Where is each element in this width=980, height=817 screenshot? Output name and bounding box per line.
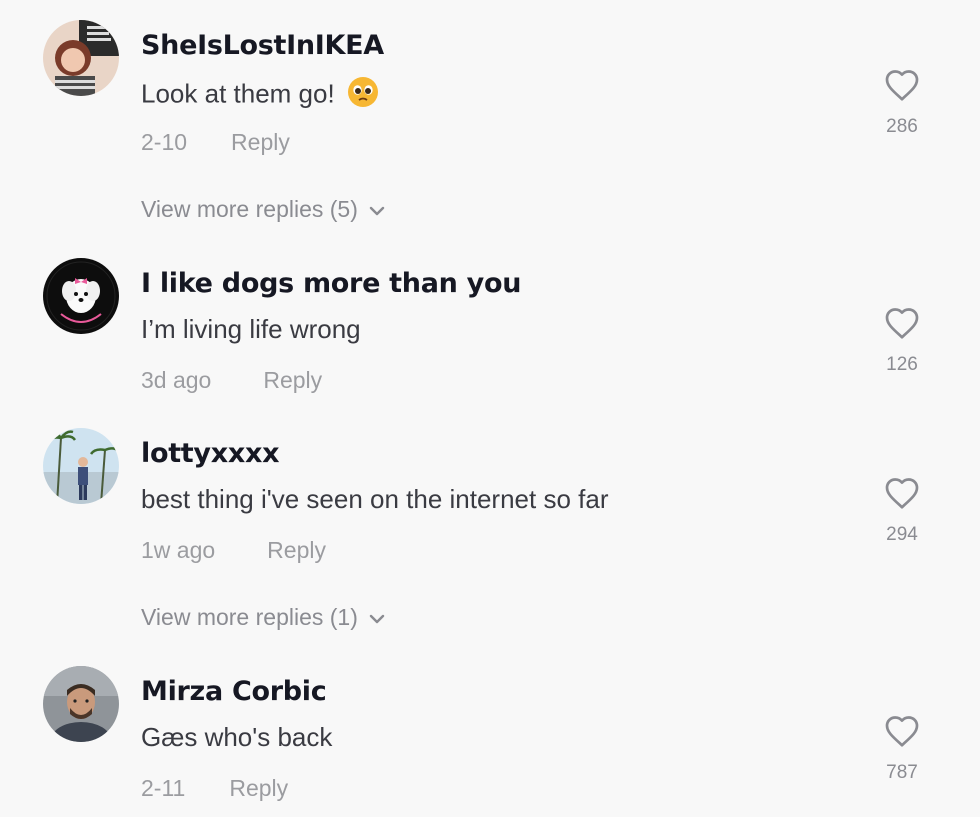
avatar[interactable]	[43, 428, 119, 504]
like-count: 787	[886, 762, 918, 783]
comment-username[interactable]: Mirza Corbic	[141, 676, 327, 707]
comment-date: 2-11	[141, 775, 186, 801]
reply-button[interactable]: Reply	[229, 775, 288, 801]
comment-meta: 2-11 Reply	[141, 775, 288, 802]
heart-outline-icon	[885, 70, 919, 101]
comment-meta: 3d ago Reply	[141, 367, 322, 394]
comment-text: Look at them go!	[141, 76, 379, 115]
like-count: 286	[886, 116, 918, 137]
like-button[interactable]: 294	[878, 476, 926, 546]
chevron-down-icon	[369, 206, 385, 216]
pleading-face-emoji	[347, 76, 379, 115]
reply-button[interactable]: Reply	[267, 537, 326, 563]
chevron-down-icon	[369, 614, 385, 624]
like-count: 126	[886, 354, 918, 375]
avatar[interactable]	[43, 258, 119, 334]
view-more-replies[interactable]: View more replies (5)	[141, 196, 386, 223]
reply-button[interactable]: Reply	[231, 129, 290, 155]
comment-username[interactable]: SheIsLostInIKEA	[141, 30, 384, 61]
like-button[interactable]: 787	[878, 714, 926, 784]
heart-outline-icon	[885, 716, 919, 747]
like-button[interactable]: 286	[878, 68, 926, 138]
comment-text-content: Look at them go!	[141, 78, 335, 109]
view-more-replies[interactable]: View more replies (1)	[141, 604, 386, 631]
view-more-replies-label: View more replies (1)	[141, 604, 358, 630]
comment-text: best thing i've seen on the internet so …	[141, 484, 609, 514]
comment-meta: 2-10 Reply	[141, 129, 290, 156]
comment-text: I’m living life wrong	[141, 314, 361, 344]
comment-username[interactable]: I like dogs more than you	[141, 268, 521, 299]
view-more-replies-label: View more replies (5)	[141, 196, 358, 222]
reply-button[interactable]: Reply	[263, 367, 322, 393]
comment-date: 3d ago	[141, 367, 212, 393]
avatar[interactable]	[43, 20, 119, 96]
comment-text: Gæs who's back	[141, 722, 333, 752]
heart-outline-icon	[885, 478, 919, 509]
like-button[interactable]: 126	[878, 306, 926, 376]
comment-date: 1w ago	[141, 537, 216, 563]
like-count: 294	[886, 524, 918, 545]
comment-meta: 1w ago Reply	[141, 537, 326, 564]
heart-outline-icon	[885, 308, 919, 339]
comment-username[interactable]: lottyxxxx	[141, 438, 279, 469]
comment-date: 2-10	[141, 129, 188, 155]
avatar[interactable]	[43, 666, 119, 742]
